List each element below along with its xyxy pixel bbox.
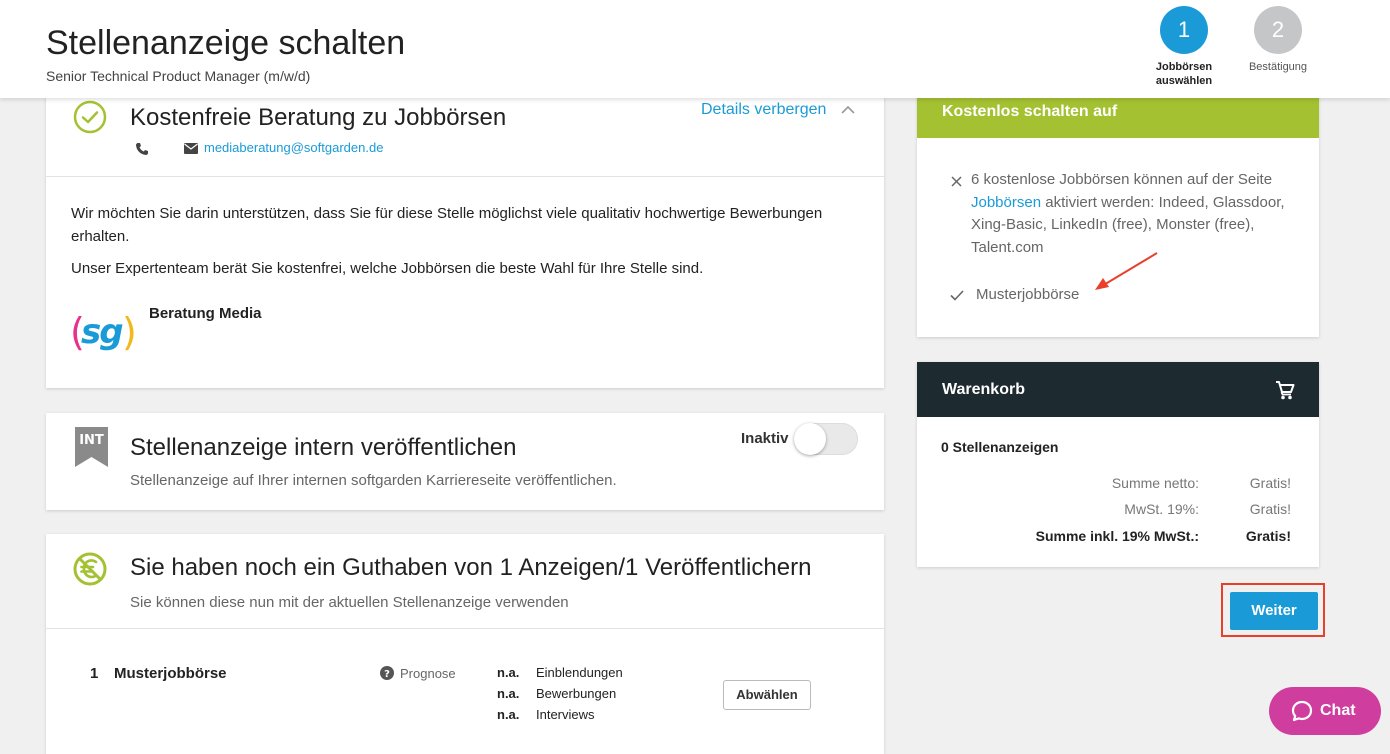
step-bestaetigung[interactable]: 2 Bestätigung	[1233, 6, 1323, 74]
toggle-label: Inaktiv	[741, 430, 789, 447]
internal-title: Stellenanzeige intern veröffentlichen	[130, 434, 517, 461]
stat-value: n.a.	[497, 665, 520, 680]
page-header: Stellenanzeige schalten Senior Technical…	[0, 0, 1390, 98]
row-index: 1	[90, 665, 99, 682]
internal-publish-card: INT Stellenanzeige intern veröffentliche…	[46, 413, 884, 510]
consulting-paragraph-2: Unser Expertenteam berät Sie kostenfrei,…	[71, 260, 704, 277]
step-number: 1	[1160, 6, 1208, 54]
vat-value: Gratis!	[1249, 501, 1291, 517]
close-icon	[951, 176, 962, 187]
svg-text:INT: INT	[79, 433, 104, 448]
jobboersen-link[interactable]: Jobbörsen	[971, 194, 1041, 211]
credit-card: Sie haben noch ein Guthaben von 1 Anzeig…	[46, 534, 884, 754]
annotation-highlight	[1221, 583, 1325, 637]
softgarden-logo: ( sg )	[70, 310, 137, 354]
consulting-paragraph-1: Wir möchten Sie darin unterstützen, dass…	[71, 205, 823, 245]
chat-button[interactable]: Chat	[1269, 687, 1381, 735]
jobboard-name: Musterjobbörse	[114, 665, 227, 682]
selected-jobboard: Musterjobbörse	[976, 286, 1080, 303]
internal-description: Stellenanzeige auf Ihrer internen softga…	[130, 472, 617, 489]
phone-icon[interactable]	[135, 142, 149, 156]
consulting-card: Kostenfreie Beratung zu Jobbörsen Detail…	[46, 90, 884, 388]
total-value: Gratis!	[1245, 528, 1291, 544]
cart-card: Warenkorb 0 Stellenanzeigen Summe netto:…	[917, 362, 1319, 567]
annotation-arrow	[1095, 252, 1158, 290]
svg-text:?: ?	[384, 669, 390, 680]
free-publish-card: Kostenlos schalten auf 6 kostenlose Jobb…	[917, 90, 1319, 337]
email-link[interactable]: mediaberatung@softgarden.de	[204, 140, 383, 155]
cart-header: Warenkorb	[917, 362, 1319, 417]
mail-icon	[184, 143, 198, 154]
details-toggle-link[interactable]: Details verbergen	[701, 101, 855, 119]
net-sum-label: Summe netto:	[1111, 475, 1199, 491]
stat-value: n.a.	[497, 707, 520, 722]
total-label: Summe inkl. 19% MwSt.:	[1035, 528, 1199, 544]
credit-description: Sie können diese nun mit der aktuellen S…	[130, 594, 569, 611]
page-subtitle: Senior Technical Product Manager (m/w/d)	[46, 68, 311, 84]
no-cost-icon	[73, 552, 107, 586]
internal-publish-toggle[interactable]	[794, 423, 858, 455]
check-circle-icon	[73, 100, 107, 134]
step-jobboersen-auswaehlen[interactable]: 1 Jobbörsen auswählen	[1139, 6, 1229, 88]
credit-title: Sie haben noch ein Guthaben von 1 Anzeig…	[130, 554, 812, 581]
prognose-label: Prognose	[400, 666, 456, 681]
toggle-knob	[794, 423, 826, 455]
stat-label: Interviews	[536, 707, 595, 722]
free-jobboards-info: 6 kostenlose Jobbörsen können auf der Se…	[971, 171, 1285, 256]
divider	[46, 628, 884, 629]
int-bookmark-icon: INT	[75, 427, 108, 467]
stat-label: Bewerbungen	[536, 686, 617, 701]
divider	[46, 176, 884, 177]
vat-label: MwSt. 19%:	[1124, 501, 1199, 517]
step-label: Jobbörsen auswählen	[1155, 61, 1213, 87]
chat-bubble-icon	[1291, 700, 1313, 722]
net-sum-value: Gratis!	[1249, 475, 1291, 491]
help-icon[interactable]: ?	[380, 666, 394, 680]
cart-count: 0 Stellenanzeigen	[941, 439, 1059, 455]
consulting-title: Kostenfreie Beratung zu Jobbörsen	[130, 104, 507, 131]
contact-name: Beratung Media	[149, 305, 262, 322]
stat-value: n.a.	[497, 686, 520, 701]
step-label: Bestätigung	[1248, 61, 1308, 73]
checkmark-icon	[950, 290, 964, 301]
step-number: 2	[1254, 6, 1302, 54]
chevron-up-icon	[841, 105, 855, 114]
stat-label: Einblendungen	[536, 665, 623, 680]
page-title: Stellenanzeige schalten	[46, 24, 406, 62]
deselect-button[interactable]: Abwählen	[723, 680, 811, 710]
shopping-cart-icon	[1276, 381, 1295, 400]
